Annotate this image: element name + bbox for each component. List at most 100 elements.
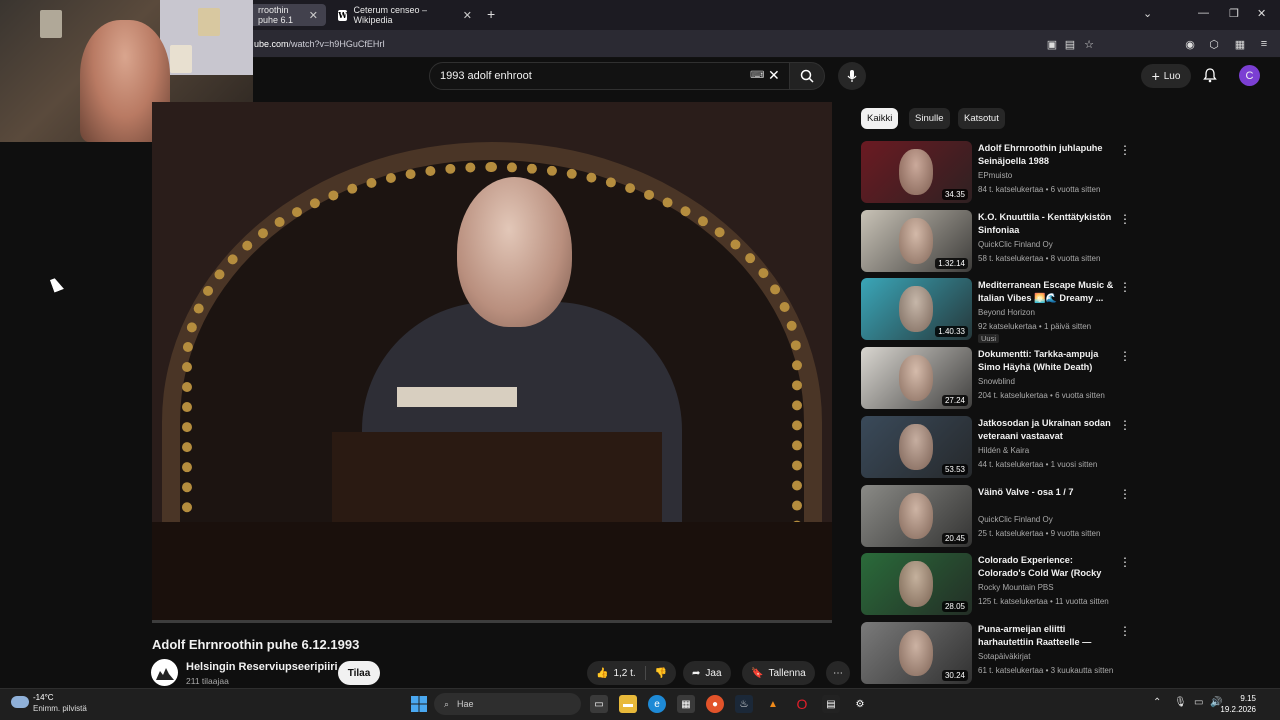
weather-description[interactable]: Enimm. pilvistä <box>33 704 87 713</box>
recommendation-item[interactable]: 28.05 Colorado Experience: Colorado's Col… <box>861 553 1131 617</box>
recommendation-item[interactable]: 27.24 Dokumentti: Tarkka-ampuja Simo Häyh… <box>861 347 1131 411</box>
extensions-icon[interactable]: ⬡ <box>1207 37 1221 51</box>
addon-icon[interactable]: ▦ <box>1233 37 1247 51</box>
bookmark-star-icon[interactable]: ☆ <box>1082 37 1096 51</box>
create-button[interactable]: + Luo <box>1141 64 1191 88</box>
taskbar-clock[interactable]: 9.15 19.2.2026 <box>1220 693 1256 715</box>
more-options-icon[interactable]: ⋮ <box>1119 487 1131 501</box>
video-thumbnail[interactable]: 1.32.14 <box>861 210 972 272</box>
recommendation-item[interactable]: 1.40.33 Mediterranean Escape Music & Ital… <box>861 278 1131 343</box>
weather-temperature[interactable]: -14°C <box>33 693 54 702</box>
more-options-icon[interactable]: ⋮ <box>1119 143 1131 157</box>
file-explorer-icon[interactable]: ▬ <box>619 695 637 713</box>
video-thumbnail[interactable]: 28.05 <box>861 553 972 615</box>
save-button[interactable]: 🔖 Tallenna <box>742 661 815 685</box>
recommendation-channel[interactable]: Snowblind <box>978 377 1015 386</box>
weather-icon[interactable] <box>11 696 29 708</box>
new-tab-icon[interactable]: + <box>487 6 495 22</box>
subscribe-button[interactable]: Tilaa <box>338 661 380 685</box>
tab-list-icon[interactable]: ⌄ <box>1143 7 1152 20</box>
video-thumbnail[interactable]: 30.24 <box>861 622 972 684</box>
more-options-icon[interactable]: ⋮ <box>1119 280 1131 294</box>
recommendation-item[interactable]: 1.32.14 K.O. Knuuttila - Kenttätykistön S… <box>861 210 1131 274</box>
menu-icon[interactable]: ≡ <box>1257 37 1271 51</box>
opera-icon[interactable]: O <box>793 695 811 713</box>
video-thumbnail[interactable]: 20.45 <box>861 485 972 547</box>
video-thumbnail[interactable]: 34.35 <box>861 141 972 203</box>
channel-name[interactable]: Helsingin Reserviupseeripiiri <box>186 661 338 673</box>
keyboard-icon[interactable]: ⌨ <box>750 70 764 81</box>
more-options-icon[interactable]: ⋮ <box>1119 624 1131 638</box>
recommendation-channel[interactable]: Sotapäiväkirjat <box>978 652 1030 661</box>
video-thumbnail[interactable]: 27.24 <box>861 347 972 409</box>
picture-in-picture-icon[interactable]: ▣ <box>1045 37 1059 51</box>
recommendation-channel[interactable]: Rocky Mountain PBS <box>978 583 1054 592</box>
recommendation-item[interactable]: 53.53 Jatkosodan ja Ukrainan sodan vetera… <box>861 416 1131 480</box>
edge-icon[interactable]: e <box>648 695 666 713</box>
recommendation-title[interactable]: Jatkosodan ja Ukrainan sodan veteraani v… <box>978 417 1115 444</box>
store-icon[interactable]: ▦ <box>677 695 695 713</box>
recommendation-title[interactable]: Väinö Valve - osa 1 / 7 <box>978 486 1115 499</box>
video-duration: 20.45 <box>941 533 968 544</box>
chip-sinulle[interactable]: Sinulle <box>909 108 950 129</box>
taskbar-search[interactable]: ⌕ Hae <box>434 693 581 715</box>
share-label: Jaa <box>705 667 722 679</box>
recommendation-channel[interactable]: QuickClic Finland Oy <box>978 240 1053 249</box>
video-progress-bar[interactable] <box>152 620 832 623</box>
recommendation-channel[interactable]: QuickClic Finland Oy <box>978 515 1053 524</box>
recommendation-title[interactable]: K.O. Knuuttila - Kenttätykistön Sinfonia… <box>978 211 1115 237</box>
recommendation-title[interactable]: Adolf Ehrnroothin juhlapuhe Seinäjoella … <box>978 142 1115 168</box>
start-button[interactable] <box>410 695 428 713</box>
like-button[interactable]: 👍 1,2 t. <box>587 661 645 685</box>
dislike-button[interactable]: 👎 <box>646 661 676 685</box>
vlc-icon[interactable]: ▲ <box>764 695 782 713</box>
close-window-icon[interactable]: ✕ <box>1257 7 1266 20</box>
avatar[interactable]: C <box>1239 65 1260 86</box>
firefox-icon[interactable]: ● <box>706 695 724 713</box>
close-tab-icon[interactable]: ✕ <box>463 9 472 22</box>
recommendation-title[interactable]: Mediterranean Escape Music & Italian Vib… <box>978 279 1115 305</box>
search-input[interactable]: 1993 adolf enhroot <box>440 70 532 82</box>
chip-kaikki[interactable]: Kaikki <box>861 108 899 129</box>
recommendation-meta: 58 t. katselukertaa • 8 vuotta sitten <box>978 254 1101 263</box>
url-text[interactable]: ube.com/watch?v=h9HGuCfEHrI <box>254 39 385 49</box>
settings-icon[interactable]: ⚙ <box>851 695 869 713</box>
recommendation-channel[interactable]: EPmuisto <box>978 171 1012 180</box>
recommendation-item[interactable]: 30.24 Puna-armeijan eliitti harhautettiin… <box>861 622 1131 686</box>
notifications-icon[interactable] <box>1202 67 1218 88</box>
reader-view-icon[interactable]: ▤ <box>1063 37 1077 51</box>
minimize-icon[interactable]: — <box>1198 7 1209 19</box>
recommendation-title[interactable]: Colorado Experience: Colorado's Cold War… <box>978 554 1115 581</box>
chip-katsotut[interactable]: Katsotut <box>958 108 1005 129</box>
recommendation-title[interactable]: Dokumentti: Tarkka-ampuja Simo Häyhä (Wh… <box>978 348 1115 374</box>
more-actions-button[interactable]: ⋯ <box>826 661 850 685</box>
channel-avatar[interactable] <box>151 659 178 686</box>
steam-icon[interactable]: ♨ <box>735 695 753 713</box>
clear-search-icon[interactable]: ✕ <box>768 67 780 84</box>
task-view-icon[interactable]: ▭ <box>590 695 608 713</box>
display-icon[interactable]: ▭ <box>1194 697 1203 708</box>
video-thumbnail[interactable]: 53.53 <box>861 416 972 478</box>
more-options-icon[interactable]: ⋮ <box>1119 212 1131 226</box>
search-button[interactable] <box>789 62 825 90</box>
recommendation-item[interactable]: 20.45 Väinö Valve - osa 1 / 7 QuickClic Fi… <box>861 485 1131 549</box>
share-button[interactable]: ➦ Jaa <box>683 661 731 685</box>
show-hidden-icons-icon[interactable]: ⌃ <box>1153 697 1161 708</box>
recommendation-channel[interactable]: Beyond Horizon <box>978 308 1035 317</box>
more-options-icon[interactable]: ⋮ <box>1119 555 1131 569</box>
tab-wikipedia[interactable]: W Ceterum censeo – Wikipedia ✕ <box>330 4 480 26</box>
video-thumbnail[interactable]: 1.40.33 <box>861 278 972 340</box>
microphone-icon[interactable]: 🎙 <box>1174 697 1187 708</box>
recommendation-channel[interactable]: Hildén & Kaira <box>978 446 1029 455</box>
terminal-icon[interactable]: ▤ <box>822 695 840 713</box>
maximize-icon[interactable]: ❐ <box>1229 7 1239 20</box>
video-player[interactable] <box>152 102 832 622</box>
recommendation-item[interactable]: 34.35 Adolf Ehrnroothin juhlapuhe Seinäjo… <box>861 141 1131 205</box>
account-icon[interactable]: ◉ <box>1183 37 1197 51</box>
more-options-icon[interactable]: ⋮ <box>1119 349 1131 363</box>
close-tab-icon[interactable]: ✕ <box>309 9 318 22</box>
tab-youtube[interactable]: rroothin puhe 6.1 ✕ <box>250 4 326 26</box>
voice-search-button[interactable] <box>838 62 866 90</box>
recommendation-title[interactable]: Puna-armeijan eliitti harhautettiin Raat… <box>978 623 1115 650</box>
more-options-icon[interactable]: ⋮ <box>1119 418 1131 432</box>
